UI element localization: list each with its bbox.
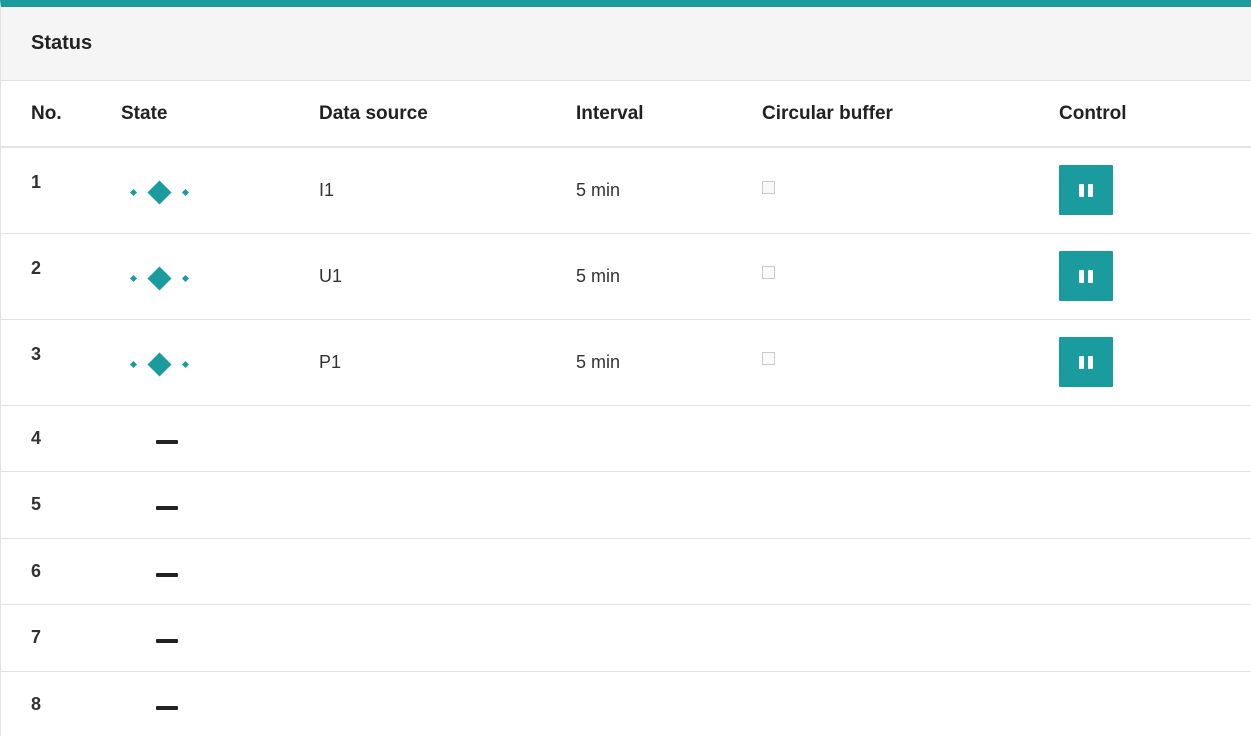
data-source: P1 <box>319 351 342 372</box>
status-panel: Status No. State Data source Interval Ci… <box>0 0 1251 736</box>
row-number: 3 <box>31 343 42 364</box>
state-cell <box>121 605 319 672</box>
pause-button[interactable] <box>1059 251 1113 301</box>
dash-icon <box>156 439 178 444</box>
dash-icon <box>156 506 178 511</box>
state-cell <box>121 319 319 405</box>
dash-icon <box>156 572 178 577</box>
state-cell <box>121 147 319 233</box>
column-header-control: Control <box>1059 102 1127 124</box>
row-number: 5 <box>31 494 42 515</box>
table-row: 4 <box>1 405 1251 472</box>
column-header-interval: Interval <box>576 102 644 124</box>
column-header-circular-buffer: Circular buffer <box>762 102 893 124</box>
table-row: 5 <box>1 472 1251 539</box>
pause-icon <box>1079 355 1084 369</box>
table-row: 2 U1 5 min <box>1 233 1251 319</box>
table-row: 8 <box>1 671 1251 738</box>
state-cell <box>121 472 319 539</box>
row-number: 8 <box>31 694 42 714</box>
recording-diamond-icon <box>129 180 190 205</box>
interval: 5 min <box>576 265 621 286</box>
row-number: 4 <box>31 427 42 448</box>
circular-buffer-checkbox[interactable] <box>762 266 775 280</box>
control-cell <box>1059 233 1251 319</box>
pause-icon <box>1079 269 1084 283</box>
data-source: I1 <box>319 179 335 200</box>
state-cell <box>121 233 319 319</box>
circular-buffer-cell <box>762 319 1059 405</box>
row-number: 7 <box>31 627 42 648</box>
interval: 5 min <box>576 179 621 200</box>
status-table: No. State Data source Interval Circular … <box>1 81 1251 738</box>
column-header-data-source: Data source <box>319 102 428 124</box>
control-cell <box>1059 147 1251 233</box>
pause-button[interactable] <box>1059 337 1113 387</box>
interval: 5 min <box>576 351 621 372</box>
circular-buffer-checkbox[interactable] <box>762 180 775 194</box>
row-number: 6 <box>31 560 42 581</box>
table-header-row: No. State Data source Interval Circular … <box>1 81 1251 147</box>
table-row: 7 <box>1 605 1251 672</box>
row-number: 2 <box>31 257 42 278</box>
state-cell <box>121 671 319 738</box>
pause-button[interactable] <box>1059 165 1113 216</box>
dash-icon <box>156 639 178 644</box>
control-cell <box>1059 319 1251 405</box>
panel-title: Status <box>1 7 1251 81</box>
recording-diamond-icon <box>129 266 190 291</box>
circular-buffer-checkbox[interactable] <box>762 352 775 366</box>
column-header-state: State <box>121 102 168 124</box>
circular-buffer-cell <box>762 147 1059 233</box>
row-number: 1 <box>31 172 42 192</box>
recording-diamond-icon <box>129 352 190 377</box>
column-header-no: No. <box>31 102 62 124</box>
pause-icon <box>1079 183 1084 197</box>
circular-buffer-cell <box>762 233 1059 319</box>
state-cell <box>121 538 319 605</box>
state-cell <box>121 405 319 472</box>
table-row: 1 I1 5 min <box>1 147 1251 233</box>
dash-icon <box>156 706 178 710</box>
table-row: 3 P1 5 min <box>1 319 1251 405</box>
data-source: U1 <box>319 265 343 286</box>
table-row: 6 <box>1 538 1251 605</box>
